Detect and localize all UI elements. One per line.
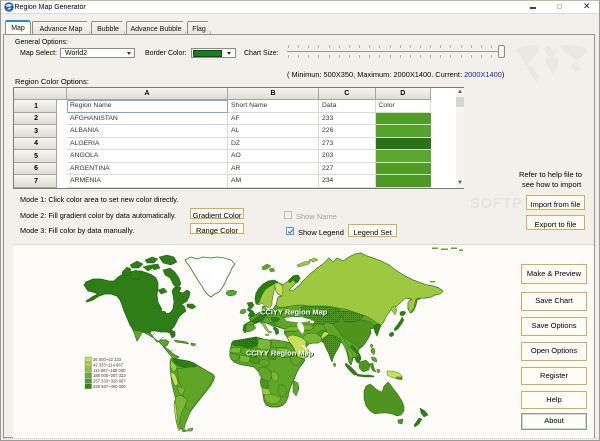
svg-text:CCIYY Region Map: CCIYY Region Map (246, 349, 314, 358)
svg-text:36 000~42 333: 36 000~42 333 (93, 357, 122, 362)
svg-text:186 000~257 333: 186 000~257 333 (93, 373, 126, 378)
svg-text:257 333~328 667: 257 333~328 667 (93, 379, 126, 384)
svg-text:328 667~400 000: 328 667~400 000 (93, 384, 126, 389)
svg-text:42 333~114 667: 42 333~114 667 (93, 362, 124, 367)
svg-text:CCIYY Region Map: CCIYY Region Map (260, 308, 328, 317)
svg-text:114 667~186 000: 114 667~186 000 (93, 368, 126, 373)
